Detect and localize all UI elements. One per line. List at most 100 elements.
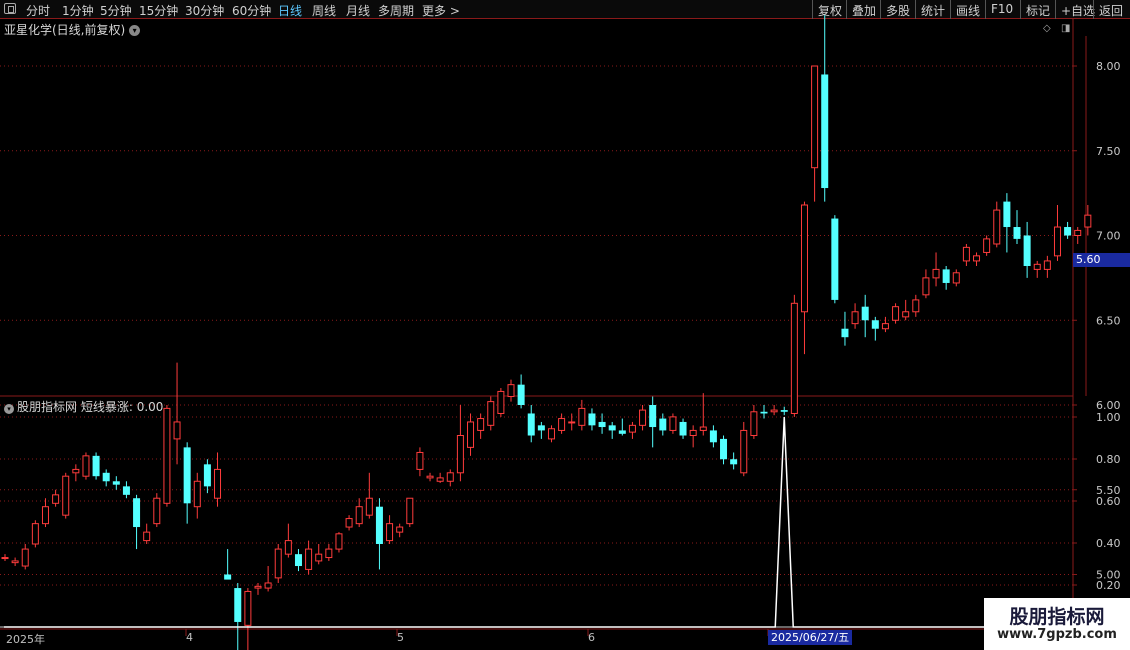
candle-body (41, 506, 49, 525)
candle-body (396, 526, 404, 533)
candle-body (153, 497, 161, 525)
candle-body (62, 475, 70, 516)
cursor-date: 2025/06/27/五 (768, 630, 853, 645)
candle-body (1003, 201, 1011, 228)
candle-body (143, 531, 151, 542)
candle-body (811, 65, 819, 169)
price-tick-label: 7.00 (1096, 230, 1121, 243)
watermark: 股朋指标网 www.7gpzb.com (984, 598, 1130, 650)
candle-body (568, 421, 576, 424)
candle-body (730, 459, 738, 465)
candle-body (274, 548, 282, 579)
candle-body (183, 447, 191, 504)
candle-body (709, 430, 717, 443)
candle-body (902, 311, 910, 318)
candle-body (952, 272, 960, 284)
candle-body (760, 411, 768, 414)
date-label: 4 (186, 631, 193, 644)
candle-body (588, 413, 596, 426)
candle-body (831, 218, 839, 300)
candle-body (133, 498, 141, 528)
candle-body (1033, 263, 1041, 270)
candle-body (547, 428, 555, 440)
candle-body (1043, 260, 1051, 270)
candle-body (659, 418, 667, 431)
date-label: 6 (588, 631, 595, 644)
kline-chart[interactable]: 8.007.507.006.506.005.505.004.501.000.80… (0, 0, 1130, 650)
candle-body (355, 506, 363, 525)
candle-body (507, 384, 515, 398)
candle-body (1074, 229, 1082, 236)
price-tick-label: 6.50 (1096, 314, 1121, 327)
candle-body (1084, 214, 1092, 228)
candle-body (21, 548, 29, 567)
price-tick-label: 8.00 (1096, 60, 1121, 73)
indicator-tick-label: 0.40 (1096, 537, 1121, 550)
candle-body (315, 553, 323, 562)
candle-body (426, 475, 434, 479)
candle-body (973, 255, 981, 262)
candle-body (11, 560, 19, 564)
candle-body (497, 390, 505, 414)
price-tick-label: 7.50 (1096, 145, 1121, 158)
candle-body (467, 421, 475, 448)
candle-body (942, 269, 950, 283)
candle-body (740, 429, 748, 474)
candle-body (92, 455, 100, 477)
candle-body (821, 74, 829, 189)
candle-body (244, 590, 252, 626)
candle-body (487, 401, 495, 426)
candle-body (932, 268, 940, 279)
candle-body (284, 540, 292, 555)
candle-body (254, 585, 262, 589)
candle-body (375, 506, 383, 544)
candle-body (679, 421, 687, 436)
candle-body (173, 421, 181, 440)
candle-body (922, 277, 930, 296)
candle-body (517, 384, 525, 405)
indicator-tick-label: 1.00 (1096, 411, 1121, 424)
candle-body (881, 323, 889, 330)
candle-body (477, 418, 485, 431)
indicator-value: 短线暴涨: 0.00 (80, 400, 164, 414)
candle-body (800, 204, 808, 313)
candle-body (537, 425, 545, 431)
candle-body (345, 518, 353, 528)
chevron-down-icon[interactable]: ▾ (4, 404, 14, 414)
candle-body (1053, 226, 1061, 257)
candle-body (770, 409, 778, 413)
candle-body (52, 494, 60, 504)
candle-body (861, 306, 869, 321)
candle-body (325, 548, 333, 559)
candle-body (993, 209, 1001, 245)
candle-body (456, 435, 464, 474)
candle-body (193, 480, 201, 508)
candle-body (446, 472, 454, 482)
candle-body (234, 588, 242, 622)
watermark-url: www.7gpzb.com (997, 627, 1117, 642)
candle-body (628, 424, 636, 433)
candle-body (1023, 235, 1031, 267)
candle-body (72, 468, 80, 474)
candle-body (871, 320, 879, 329)
candle-body (224, 574, 232, 580)
candle-body (780, 410, 788, 412)
candle-body (689, 429, 697, 437)
watermark-title: 股朋指标网 (1009, 606, 1105, 628)
indicator-tick-label: 0.80 (1096, 453, 1121, 466)
candle-body (365, 497, 373, 516)
candle-body (406, 497, 414, 525)
candle-body (305, 548, 313, 570)
candle-body (436, 477, 444, 482)
candle-body (983, 238, 991, 253)
candle-body (203, 464, 211, 487)
candle-body (416, 451, 424, 470)
date-label: 5 (397, 631, 404, 644)
current-price-box: 5.60 (1073, 253, 1130, 267)
candle-body (578, 407, 586, 426)
candle-body (527, 413, 535, 436)
candle-body (31, 523, 39, 545)
candle-body (892, 306, 900, 321)
candle-body (649, 405, 657, 428)
candle-body (1064, 227, 1072, 236)
